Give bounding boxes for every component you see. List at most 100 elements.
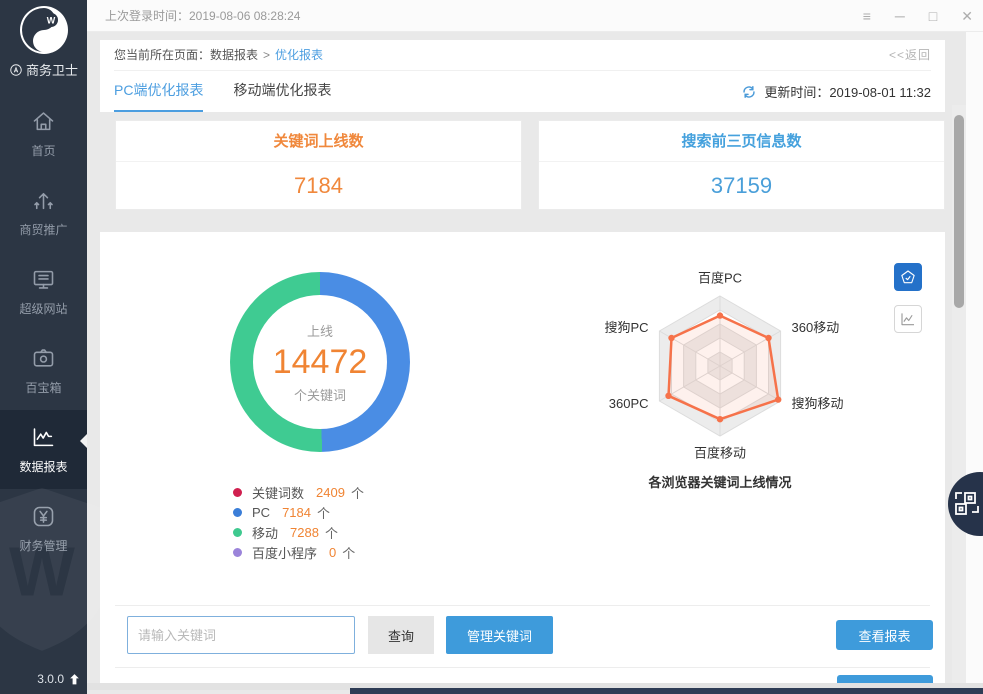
app-window: W 商务卫士 首页 商贸推广 超级网站 百宝箱 数据报表 财务管理 W 3.0.0 上次登… [0, 0, 983, 694]
radar-caption: 各浏览器关键词上线情况 [648, 475, 792, 490]
close-button[interactable]: ✕ [961, 9, 973, 23]
legend-label: 关键词数 [252, 485, 305, 501]
refresh-icon[interactable] [741, 84, 757, 100]
window-controls: ≡ ─ □ ✕ [863, 0, 973, 32]
card-top3-info: 搜索前三页信息数 37159 [538, 120, 945, 210]
version-area: 3.0.0 [37, 672, 81, 686]
manage-keywords-button[interactable]: 管理关键词 [446, 616, 553, 654]
back-link[interactable]: <<返回 [889, 40, 931, 70]
radar-axis-label: 搜狗移动 [792, 396, 844, 411]
legend-label: 百度小程序 [252, 545, 318, 561]
maximize-button[interactable]: □ [929, 9, 937, 23]
last-login-text: 上次登录时间：2019-08-06 08:28:24 [105, 9, 301, 23]
legend-label: PC [252, 504, 271, 520]
query-button[interactable]: 查询 [368, 616, 434, 654]
tab-pc-report[interactable]: PC端优化报表 [114, 71, 204, 112]
scrollbar-thumb[interactable] [954, 115, 964, 308]
promotion-icon [30, 187, 57, 214]
legend-unit: 个 [316, 505, 330, 521]
sidebar-item-label: 财务管理 [19, 539, 68, 553]
donut-label-top: 上线 [306, 323, 333, 339]
line-view-button[interactable] [894, 305, 922, 333]
sidebar: W 商务卫士 首页 商贸推广 超级网站 百宝箱 数据报表 财务管理 W 3.0.0 [0, 0, 111, 694]
legend-item[interactable]: 百度小程序 0 个 [233, 542, 364, 562]
sidebar-item-reports[interactable]: 数据报表 [0, 410, 87, 489]
donut-chart: 上线 14472 个关键词 [230, 272, 410, 452]
legend-item[interactable]: 移动 7288 个 [233, 522, 364, 542]
sidebar-item-label: 超级网站 [19, 302, 68, 316]
legend-dot [233, 507, 242, 517]
finance-icon [30, 503, 57, 530]
update-time-text: 更新时间：2019-08-01 11:32 [764, 85, 931, 100]
card-value: 37159 [710, 173, 773, 198]
legend-unit: 个 [342, 545, 356, 561]
legend-item[interactable]: 关键词数 2409 个 [233, 482, 364, 502]
toolbox-icon [30, 345, 57, 372]
radar-axis-label: 搜狗PC [604, 320, 648, 335]
sidebar-item-finance[interactable]: 财务管理 [0, 489, 87, 568]
legend-value: 7288 [290, 524, 319, 540]
donut-legend: 关键词数 2409 个 PC 7184 个移动 7288 个百度小程序 0 个 [233, 482, 364, 562]
pentagon-icon [901, 270, 915, 284]
card-value: 7184 [294, 173, 343, 198]
card-title: 关键词上线数 [116, 121, 521, 162]
donut-center: 上线 14472 个关键词 [253, 295, 387, 429]
radar-axis-label: 360PC [609, 396, 649, 411]
legend-label: 移动 [252, 525, 279, 541]
donut-value: 14472 [272, 342, 368, 381]
breadcrumb-prefix: 您当前所在页面： [114, 48, 211, 62]
qr-code-icon [955, 492, 979, 515]
breadcrumb-section: 数据报表 [210, 48, 259, 62]
sidebar-item-toolbox[interactable]: 百宝箱 [0, 331, 87, 410]
view-report-button[interactable]: 查看报表 [836, 620, 933, 650]
legend-value: 0 [329, 544, 337, 560]
sidebar-item-label: 数据报表 [19, 460, 68, 474]
legend-value: 7184 [282, 504, 311, 520]
scrollbar-track[interactable] [952, 105, 966, 683]
divider [115, 605, 930, 606]
sidebar-item-label: 商贸推广 [19, 223, 68, 237]
legend-dot [233, 527, 242, 537]
brand-badge-icon [10, 63, 22, 76]
update-time-area: 更新时间：2019-08-01 11:32 [741, 71, 945, 112]
divider [115, 667, 930, 668]
app-logo: W [20, 6, 68, 54]
sidebar-item-promotion[interactable]: 商贸推广 [0, 173, 87, 252]
svg-text:W: W [47, 16, 56, 26]
window-right-edge [966, 32, 983, 694]
sidebar-item-website[interactable]: 超级网站 [0, 252, 87, 331]
donut-label-bottom: 个关键词 [293, 387, 346, 403]
legend-dot [233, 547, 242, 557]
card-keywords-online: 关键词上线数 7184 [115, 120, 522, 210]
breadcrumb-current-link[interactable]: 优化报表 [275, 40, 323, 70]
minimize-button[interactable]: ─ [895, 9, 905, 23]
keyword-input[interactable] [127, 616, 355, 654]
menu-button[interactable]: ≡ [863, 9, 871, 23]
radar-chart: 百度PC 360移动搜狗移动百度移动 360PC 搜狗PC [604, 270, 844, 461]
home-icon [30, 108, 57, 135]
legend-value: 2409 [316, 484, 345, 500]
radar-view-button[interactable] [894, 263, 922, 291]
radar-axis-label: 360移动 [792, 320, 840, 335]
sidebar-item-home[interactable]: 首页 [0, 94, 87, 173]
view-report-button-partial[interactable] [837, 675, 933, 683]
upgrade-arrow-icon[interactable] [68, 673, 81, 686]
breadcrumb-separator: > [263, 48, 271, 62]
report-icon [30, 424, 57, 451]
legend-unit: 个 [350, 485, 364, 501]
radar-axis-label: 百度PC [698, 270, 742, 285]
breadcrumb-tabs-panel: 您当前所在页面： 数据报表 > 优化报表 <<返回 PC端优化报表 移动端优化报… [100, 40, 945, 112]
website-icon [30, 266, 57, 293]
tabs-bar: PC端优化报表 移动端优化报表 更新时间：2019-08-01 11:32 [100, 71, 945, 112]
charts-panel: 上线 14472 个关键词 关键词数 2409 个 PC 7184 个移动 7288 个百度小… [100, 232, 945, 683]
sidebar-menu: 首页商贸推广超级网站百宝箱数据报表财务管理 [0, 94, 87, 568]
tab-mobile-report[interactable]: 移动端优化报表 [233, 71, 331, 112]
legend-item[interactable]: PC 7184 个 [233, 502, 364, 522]
card-title: 搜索前三页信息数 [539, 121, 944, 162]
line-chart-icon [901, 313, 914, 326]
legend-dot [233, 487, 242, 497]
brand: 商务卫士 [0, 60, 87, 79]
sidebar-item-label: 百宝箱 [25, 381, 62, 395]
radar-axis-label: 百度移动 [694, 446, 746, 461]
version-label: 3.0.0 [37, 672, 64, 686]
